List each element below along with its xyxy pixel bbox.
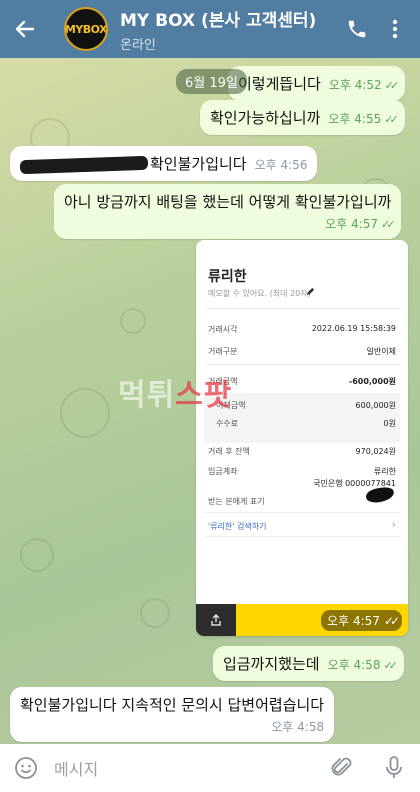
message-time: 오후 4:52: [328, 78, 382, 92]
watermark: 먹튀스팟: [118, 378, 233, 413]
message-text: 입금까지했는데: [223, 655, 320, 673]
divider: [204, 364, 400, 365]
avatar[interactable]: MYBOX: [64, 7, 108, 51]
message-outgoing[interactable]: 이렇게뜹니다 오후 4:52 ✓✓: [228, 66, 406, 101]
message-time: 오후 4:58: [327, 658, 381, 672]
attach-button[interactable]: [316, 744, 368, 792]
read-check-icon: ✓✓: [384, 79, 400, 92]
receipt-row: 거래 후 잔액 970,024원: [208, 447, 396, 456]
pencil-icon: [306, 287, 315, 296]
message-time: 오후 4:55: [328, 112, 382, 126]
share-icon: [211, 614, 221, 626]
back-arrow-icon: [15, 20, 35, 38]
phone-icon: [348, 20, 366, 38]
read-check-icon: ✓✓: [381, 218, 396, 231]
receipt-footer: 오후 4:57 ✓✓: [196, 604, 408, 636]
chat-area[interactable]: 이렇게뜹니다 오후 4:52 ✓✓ 6월 19일 확인가능하십니까 오후 4:55 ✓✓…: [0, 58, 420, 744]
message-incoming[interactable]: 확인불가입니다 지속적인 문의시 답변어렵습니다 오후 4:58: [10, 687, 335, 742]
more-menu-button[interactable]: [376, 0, 414, 58]
avatar-logo-text: MYBOX: [64, 22, 108, 36]
receipt-row: 수수료 0원: [216, 419, 396, 428]
divider: [204, 308, 400, 309]
receipt-recipient-name: 류리한: [208, 269, 247, 285]
chat-header: MYBOX MY BOX (본사 고객센터) 온라인: [0, 0, 420, 58]
redacted-text: [19, 155, 149, 174]
emoji-button[interactable]: [0, 744, 52, 792]
message-outgoing[interactable]: 입금까지했는데 오후 4:58 ✓✓: [213, 646, 404, 681]
microphone-icon: [386, 756, 402, 778]
message-time: 오후 4:57: [325, 217, 379, 231]
more-vertical-icon: [392, 19, 398, 39]
chat-title-block[interactable]: MY BOX (본사 고객센터) 온라인: [120, 6, 338, 53]
message-outgoing[interactable]: 아니 방금까지 배팅을 했는데 어떻게 확인불가입니까 오후 4:57 ✓✓: [54, 184, 402, 239]
receipt-row: 거래시각 2022.06.19 15:58:39: [208, 324, 396, 334]
date-pill: 6월 19일: [176, 69, 247, 94]
receipt-row: 거래구분 일반이체: [208, 347, 396, 356]
message-outgoing[interactable]: 확인가능하십니까 오후 4:55 ✓✓: [200, 100, 405, 135]
background-doodle: [60, 388, 110, 438]
message-time: 오후 4:57 ✓✓: [321, 610, 402, 631]
background-doodle: [120, 308, 146, 334]
voice-message-button[interactable]: [368, 744, 420, 792]
receipt-search-link: '류리한' 검색하기: [208, 522, 267, 531]
message-incoming[interactable]: 확인불가입니다 오후 4:56: [10, 146, 318, 181]
divider: [204, 512, 400, 513]
back-button[interactable]: [0, 0, 50, 58]
message-text: 이렇게뜹니다: [238, 75, 321, 93]
call-button[interactable]: [338, 0, 376, 58]
receipt-row: 국민은행 0000077841: [313, 479, 396, 488]
chevron-right-icon: ›: [391, 518, 396, 531]
emoji-icon: [15, 757, 37, 779]
message-text: 아니 방금까지 배팅을 했는데 어떻게 확인불가입니까: [64, 193, 392, 211]
background-doodle: [140, 598, 170, 628]
background-doodle: [20, 538, 54, 572]
divider: [204, 536, 400, 537]
message-time: 오후 4:58: [271, 720, 325, 734]
receipt-image-message[interactable]: 류리한 메모할 수 있어요. (최대 20자) 거래시각 2022.06.19 1…: [196, 240, 408, 636]
message-text: 확인가능하십니까: [210, 109, 321, 127]
read-check-icon: ✓✓: [384, 113, 399, 126]
receipt-row: 이체금액 600,000원: [216, 401, 396, 410]
receipt-row: 입금계좌 류리한: [208, 467, 396, 476]
read-check-icon: ✓✓: [383, 659, 398, 672]
receipt-row: 거래금액 -600,000원: [208, 377, 396, 386]
message-text: 확인불가입니다: [150, 155, 247, 173]
message-input[interactable]: 메시지: [52, 756, 316, 780]
message-time: 오후 4:56: [254, 158, 308, 172]
paperclip-icon: [331, 757, 352, 776]
chat-status: 온라인: [120, 37, 156, 53]
chat-title: MY BOX (본사 고객센터): [120, 10, 317, 31]
message-composer: 메시지: [0, 744, 420, 792]
message-text: 확인불가입니다 지속적인 문의시 답변어렵습니다: [20, 696, 325, 714]
receipt-memo-placeholder: 메모할 수 있어요. (최대 20자): [208, 289, 311, 298]
share-button[interactable]: [196, 604, 236, 636]
